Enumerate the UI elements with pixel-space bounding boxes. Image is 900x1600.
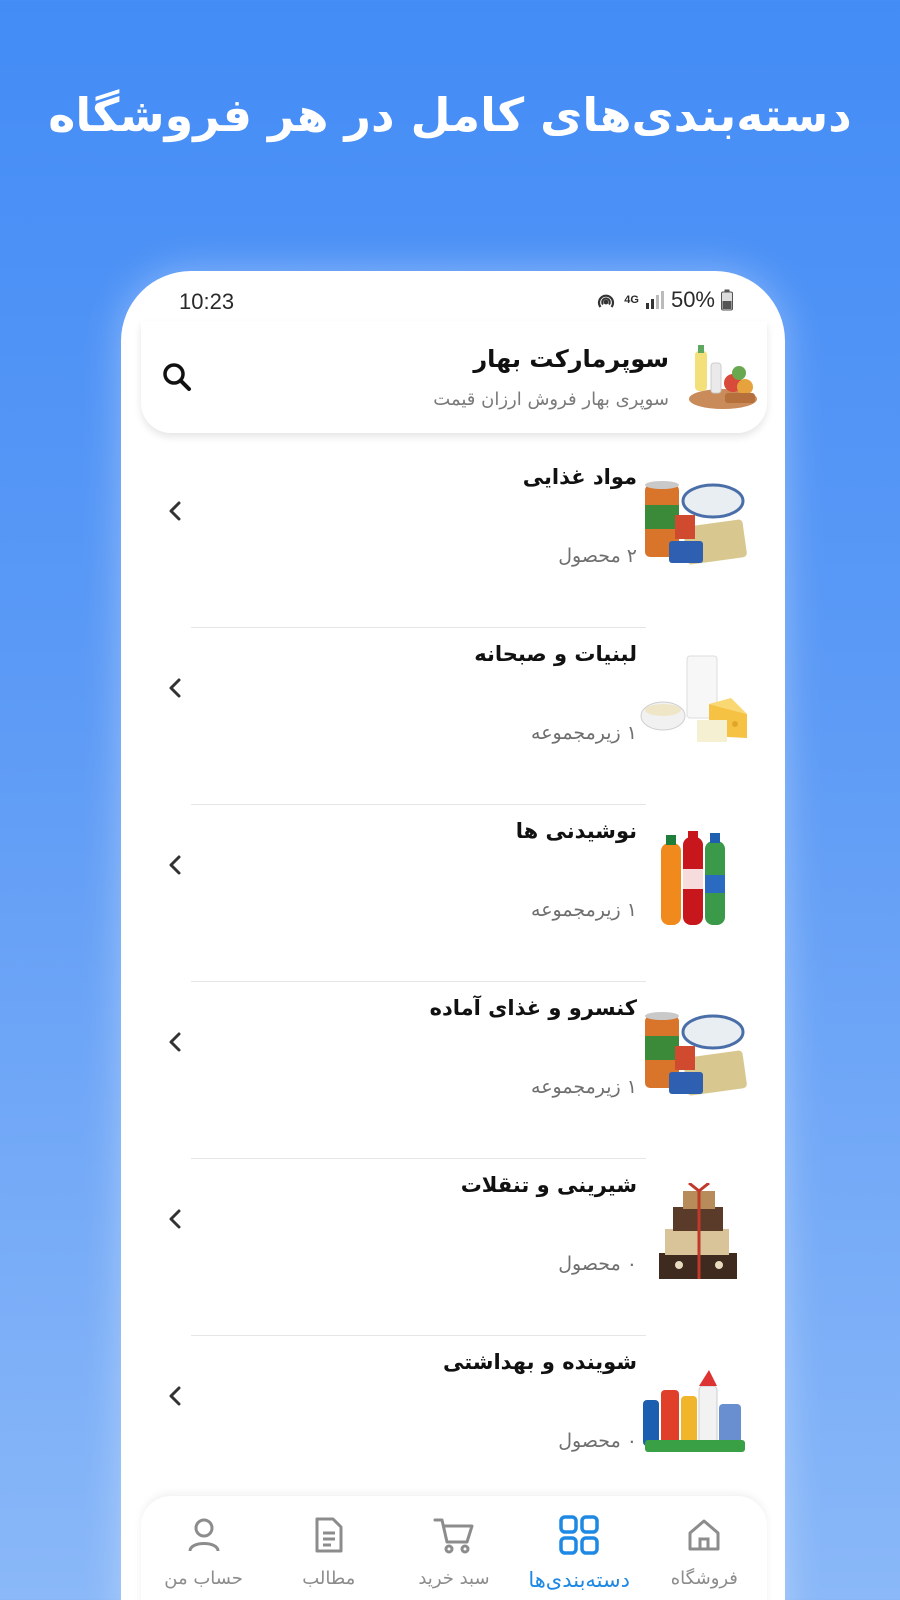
store-header: سوپرمارکت بهار سوپری بهار فروش ارزان قیم… <box>141 321 767 433</box>
chevron-left-icon <box>169 501 181 521</box>
battery-icon <box>721 289 733 311</box>
chevron-left-icon <box>169 1386 181 1406</box>
home-icon <box>688 1519 720 1551</box>
category-title: شیرینی و تنقلات <box>460 1173 637 1197</box>
detergent-image <box>643 1370 745 1452</box>
nav-item-cart[interactable]: سبد خرید <box>394 1496 514 1600</box>
grocery-basket-image <box>689 345 757 409</box>
nav-label: حساب من <box>164 1568 243 1589</box>
grid-icon <box>559 1515 599 1555</box>
category-title: مواد غذایی <box>522 465 637 489</box>
nav-label: سبد خرید <box>418 1568 490 1589</box>
user-icon <box>188 1518 220 1552</box>
battery-percent: 50% <box>670 287 715 312</box>
chevron-left-icon <box>169 1032 181 1052</box>
status-icons: 4G 50% <box>594 287 733 313</box>
document-icon <box>315 1517 343 1553</box>
nav-item-categories[interactable]: دسته‌بندی‌ها <box>519 1496 639 1600</box>
sweets-box-image <box>659 1183 737 1279</box>
category-subtitle: ۱ زیرمجموعه <box>531 899 637 921</box>
category-title: شوینده و بهداشتی <box>442 1350 637 1374</box>
phone-frame: 10:23 4G 50% سوپرمارکت بهار سوپری بهار ف… <box>121 271 785 1600</box>
nav-label: مطالب <box>302 1568 356 1589</box>
nav-label: فروشگاه <box>670 1568 738 1589</box>
soda-bottles-image <box>661 831 725 925</box>
category-subtitle: ۰ محصول <box>558 1430 637 1452</box>
chevron-left-icon <box>169 855 181 875</box>
category-list: مواد غذایی ۲ محصول لبنیات و صبحانه ۱ زیر… <box>121 451 785 1513</box>
chevron-left-icon <box>169 678 181 698</box>
canned-food-image <box>645 481 747 565</box>
category-item-food[interactable]: مواد غذایی ۲ محصول <box>121 451 785 628</box>
category-title: لبنیات و صبحانه <box>474 642 637 666</box>
category-subtitle: ۱ زیرمجموعه <box>531 1076 637 1098</box>
network-type: 4G <box>624 293 639 306</box>
category-item-detergent[interactable]: شوینده و بهداشتی ۰ محصول <box>121 1336 785 1513</box>
dairy-image <box>640 655 747 742</box>
nav-item-articles[interactable]: مطالب <box>269 1496 389 1600</box>
nav-item-store[interactable]: فروشگاه <box>644 1496 764 1600</box>
nav-item-account[interactable]: حساب من <box>144 1496 264 1600</box>
category-item-beverages[interactable]: نوشیدنی ها ۱ زیرمجموعه <box>121 805 785 982</box>
nav-label: دسته‌بندی‌ها <box>528 1568 630 1592</box>
store-tagline: سوپری بهار فروش ارزان قیمت <box>433 389 669 410</box>
canned-food-image <box>645 1012 747 1096</box>
bottom-nav: فروشگاه دسته‌بندی‌ها سبد <box>141 1496 767 1600</box>
category-title: نوشیدنی ها <box>515 819 637 843</box>
search-icon <box>163 363 191 391</box>
store-name: سوپرمارکت بهار <box>473 345 669 373</box>
chevron-left-icon <box>169 1209 181 1229</box>
category-item-sweets[interactable]: شیرینی و تنقلات ۰ محصول <box>121 1159 785 1336</box>
category-title: کنسرو و غذای آماده <box>429 996 637 1020</box>
category-subtitle: ۰ محصول <box>558 1253 637 1275</box>
search-button[interactable] <box>155 355 199 399</box>
cart-icon <box>433 1518 474 1554</box>
category-subtitle: ۲ محصول <box>558 545 637 567</box>
category-item-canned[interactable]: کنسرو و غذای آماده ۱ زیرمجموعه <box>121 982 785 1159</box>
signal-icon <box>645 291 664 309</box>
hotspot-icon <box>598 294 615 308</box>
category-item-dairy[interactable]: لبنیات و صبحانه ۱ زیرمجموعه <box>121 628 785 805</box>
status-time: 10:23 <box>179 289 235 314</box>
category-subtitle: ۱ زیرمجموعه <box>531 722 637 744</box>
promo-title: دسته‌بندی‌های کامل در هر فروشگاه <box>48 88 852 142</box>
